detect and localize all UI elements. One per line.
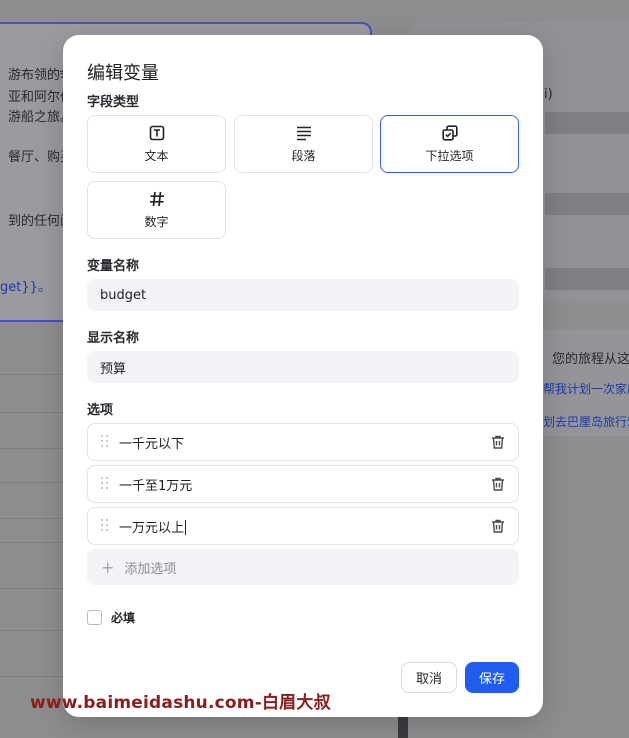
edit-variable-dialog: 编辑变量 字段类型 文本 段落 下拉选项 数字 变量名称 budget 显示名称… [63, 35, 543, 717]
drag-handle-icon[interactable] [101, 435, 111, 449]
field-type-number[interactable]: 数字 [87, 181, 226, 239]
text-caret [185, 519, 187, 535]
variable-name-value: budget [100, 287, 147, 303]
background-text: 餐厅、购买门 [8, 150, 64, 165]
required-checkbox[interactable] [87, 610, 102, 625]
drag-handle-icon[interactable] [101, 519, 111, 533]
background-text: 游布领的ॠ [8, 68, 64, 83]
option-input[interactable]: 一万元以上 [119, 517, 490, 536]
field-type-paragraph-label: 段落 [291, 148, 316, 163]
watermark-text: www.baimeidashu.com-白眉大叔 [30, 693, 331, 713]
cancel-button[interactable]: 取消 [401, 662, 457, 693]
hash-icon [149, 191, 165, 207]
drag-handle-icon[interactable] [101, 477, 111, 491]
field-type-text[interactable]: 文本 [87, 115, 226, 173]
background-text: 亚和阿尔伯 [8, 90, 64, 105]
background-text: 到的任何问是 [8, 214, 64, 229]
display-name-value: 预算 [100, 361, 127, 377]
field-type-text-label: 文本 [144, 148, 169, 163]
background-text: 划去巴厘岛旅行5 [543, 415, 629, 429]
select-icon [441, 124, 458, 141]
add-option-label: 添加选项 [124, 561, 177, 577]
option-item-editing[interactable]: 一万元以上 [87, 507, 519, 545]
field-type-select[interactable]: 下拉选项 [380, 115, 519, 173]
option-text: 一万元以上 [119, 520, 185, 536]
background-text: 游船之旅。- [8, 110, 64, 125]
option-text: 一千至1万元 [119, 478, 193, 494]
trash-icon[interactable] [490, 476, 506, 492]
field-type-select-label: 下拉选项 [425, 148, 474, 163]
background-text: get}}。 [0, 280, 51, 295]
save-button[interactable]: 保存 [465, 662, 519, 693]
option-text: 一千元以下 [119, 436, 185, 452]
field-type-label: 字段类型 [87, 95, 140, 110]
variable-name-input[interactable]: budget [87, 279, 519, 311]
trash-icon[interactable] [490, 518, 506, 534]
variable-name-label: 变量名称 [87, 259, 140, 274]
paragraph-icon [296, 125, 312, 141]
display-name-label: 显示名称 [87, 331, 140, 346]
option-item[interactable]: 一千至1万元 [87, 465, 519, 503]
field-type-number-label: 数字 [144, 214, 169, 229]
background-bar [545, 268, 629, 290]
background-bar [545, 193, 629, 215]
field-type-paragraph[interactable]: 段落 [234, 115, 373, 173]
text-box-icon [149, 125, 165, 141]
add-option-button[interactable]: + 添加选项 [87, 549, 519, 585]
required-label: 必填 [111, 611, 136, 625]
display-name-input[interactable]: 预算 [87, 351, 519, 383]
background-text: i) [544, 87, 553, 102]
background-bar [545, 112, 629, 134]
plus-icon: + [101, 557, 115, 577]
background-text: 帮我计划一次家庭 [543, 382, 629, 396]
required-toggle[interactable]: 必填 [87, 609, 135, 626]
options-label: 选项 [87, 403, 114, 418]
trash-icon[interactable] [490, 434, 506, 450]
option-item[interactable]: 一千元以下 [87, 423, 519, 461]
dialog-title: 编辑变量 [87, 63, 159, 84]
background-text: 您的旅程从这 [552, 352, 629, 367]
